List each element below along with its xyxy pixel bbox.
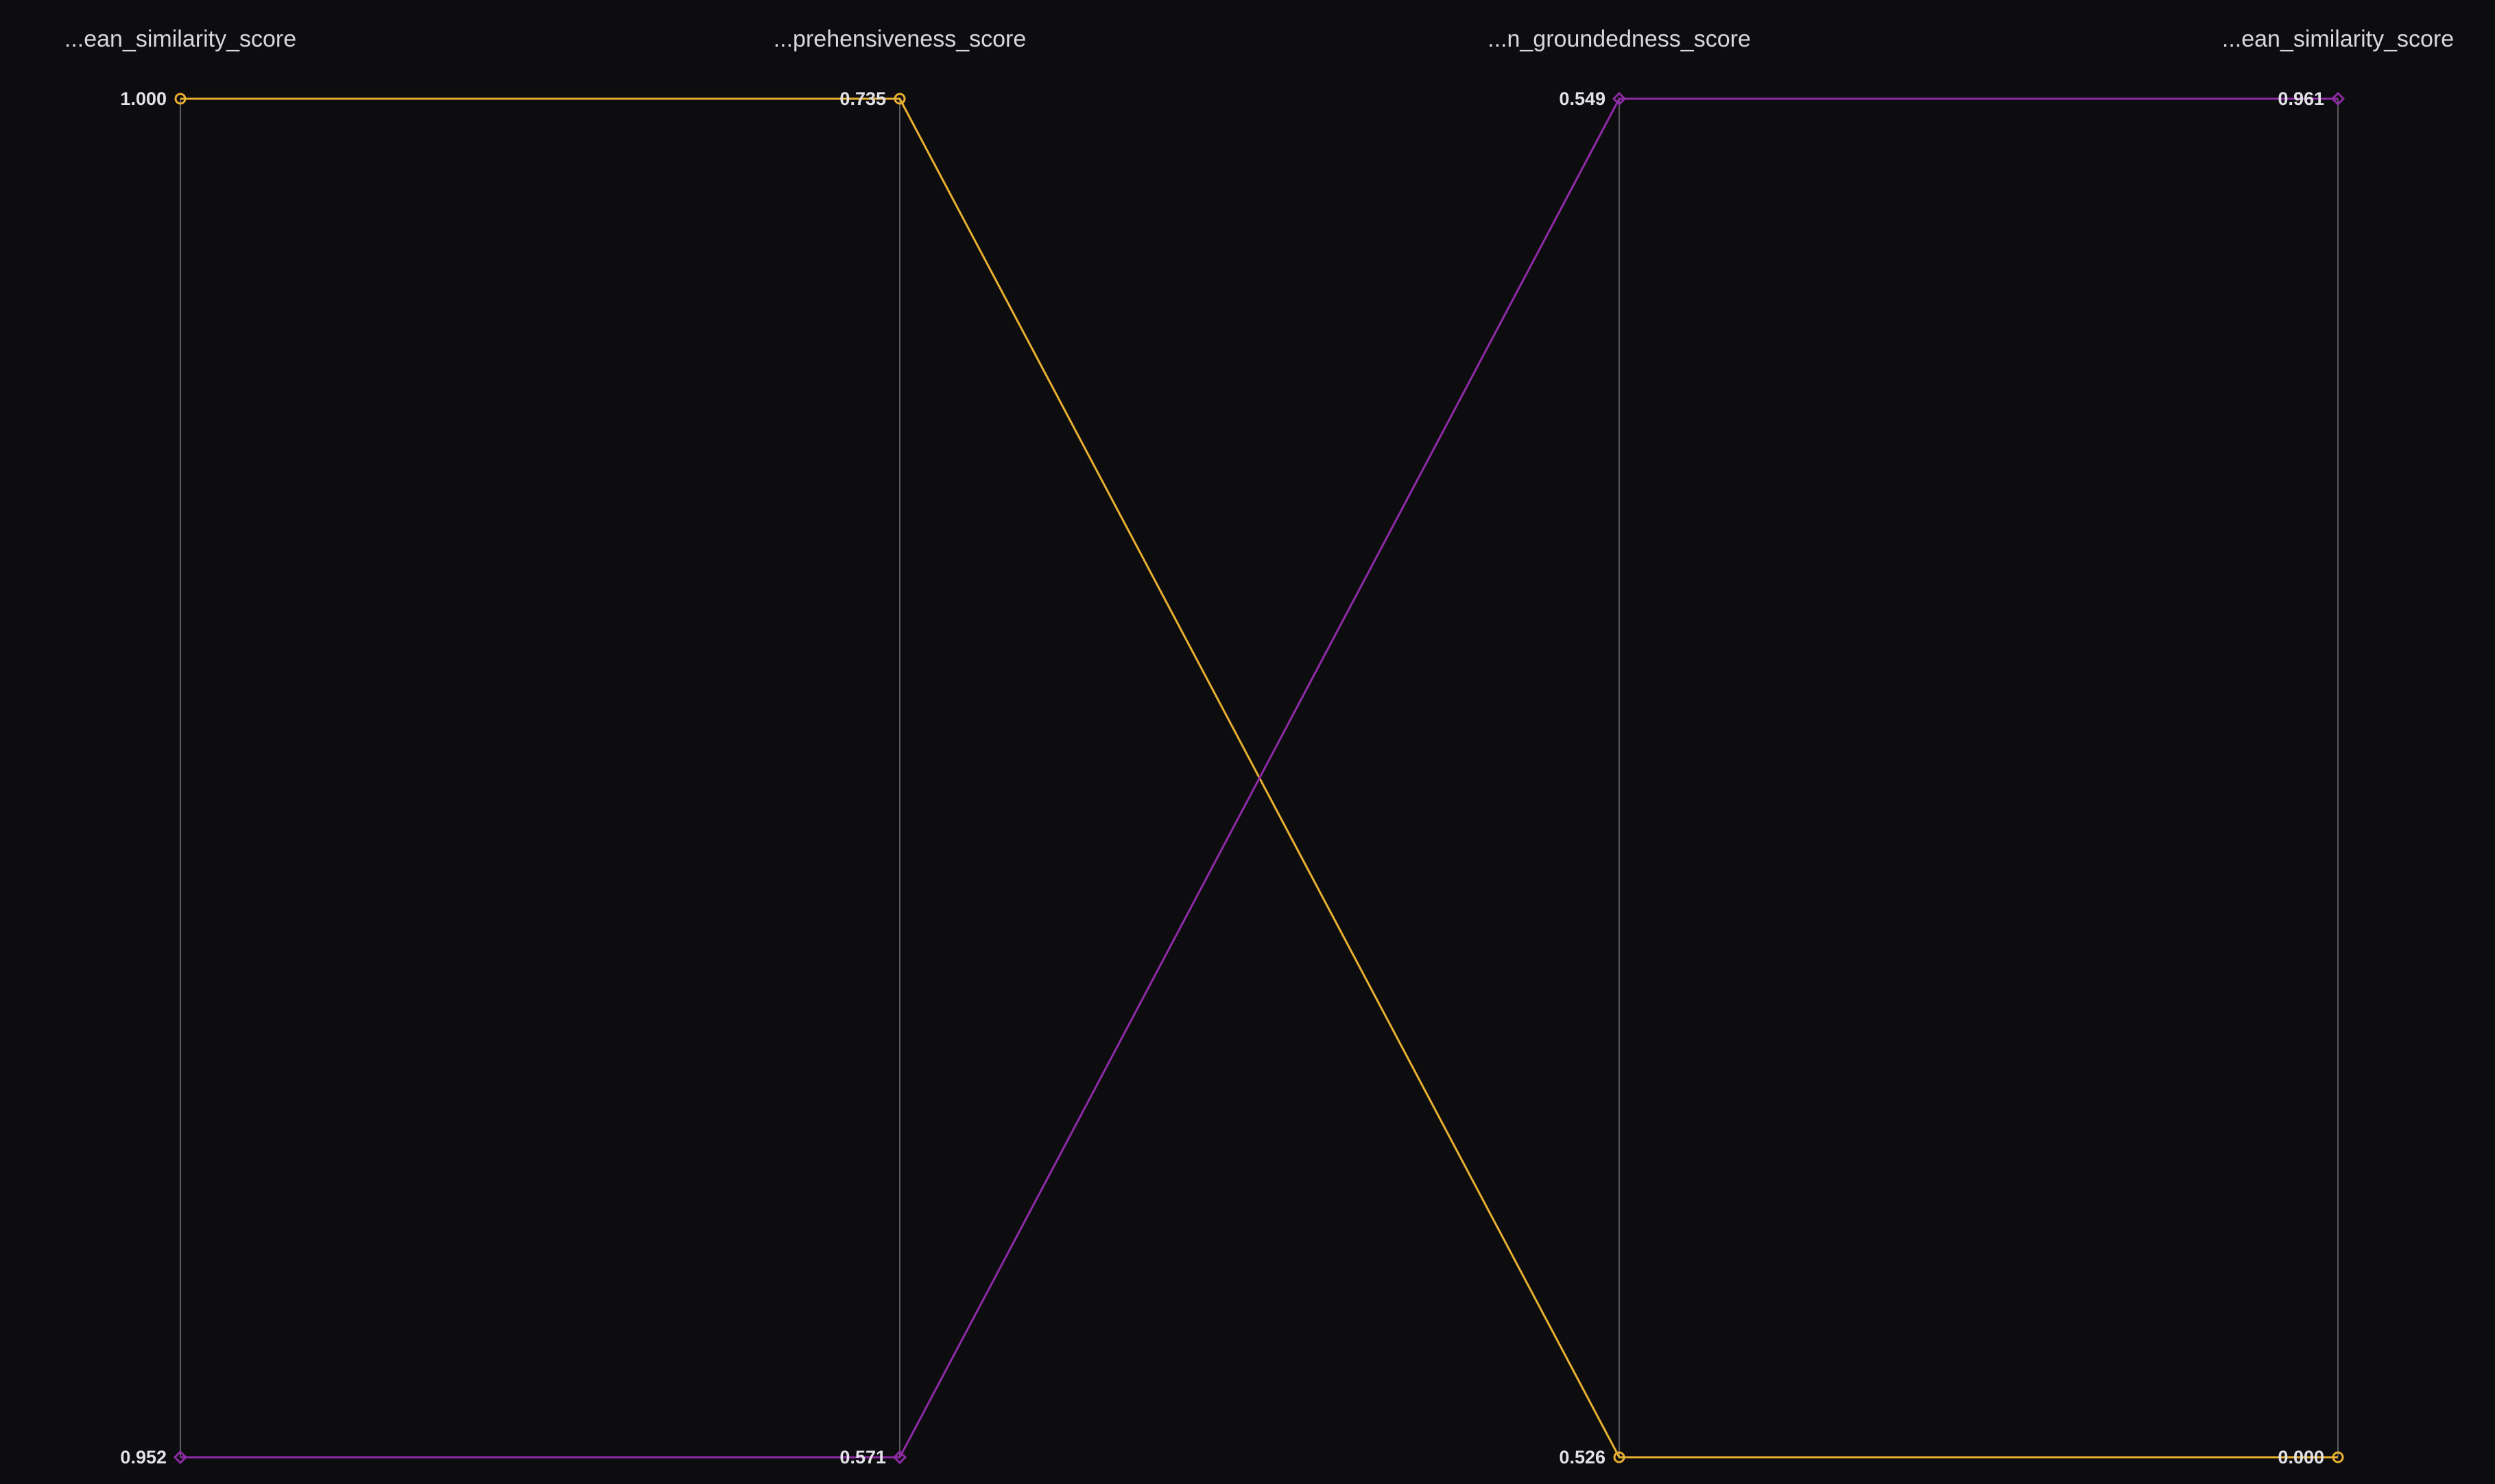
axis-0-max-tick-label: 1.000 — [120, 88, 167, 109]
axis-title-1: ...prehensiveness_score — [774, 26, 1027, 52]
parallel-coordinates-chart: ...ean_similarity_score ...prehensiveness… — [0, 0, 2495, 1484]
axis-0-min-tick-label: 0.952 — [120, 1447, 167, 1468]
axis-3-max-tick-label: 0.961 — [2278, 88, 2324, 109]
axis-title-0: ...ean_similarity_score — [64, 26, 296, 52]
axis-2-max-tick-label: 0.549 — [1559, 88, 1605, 109]
series-line-1 — [180, 97, 2338, 1459]
axis-2-min-tick-label: 0.526 — [1559, 1447, 1605, 1468]
axis-title-3: ...ean_similarity_score — [2222, 26, 2454, 52]
chart-canvas: ...ean_similarity_score ...prehensiveness… — [64, 26, 2454, 1468]
axis-1-max-tick-label: 0.735 — [839, 88, 886, 109]
axis-title-2: ...n_groundedness_score — [1488, 26, 1751, 52]
axis-1-min-tick-label: 0.571 — [839, 1447, 886, 1468]
axis-3-min-tick-label: 0.000 — [2278, 1447, 2324, 1468]
